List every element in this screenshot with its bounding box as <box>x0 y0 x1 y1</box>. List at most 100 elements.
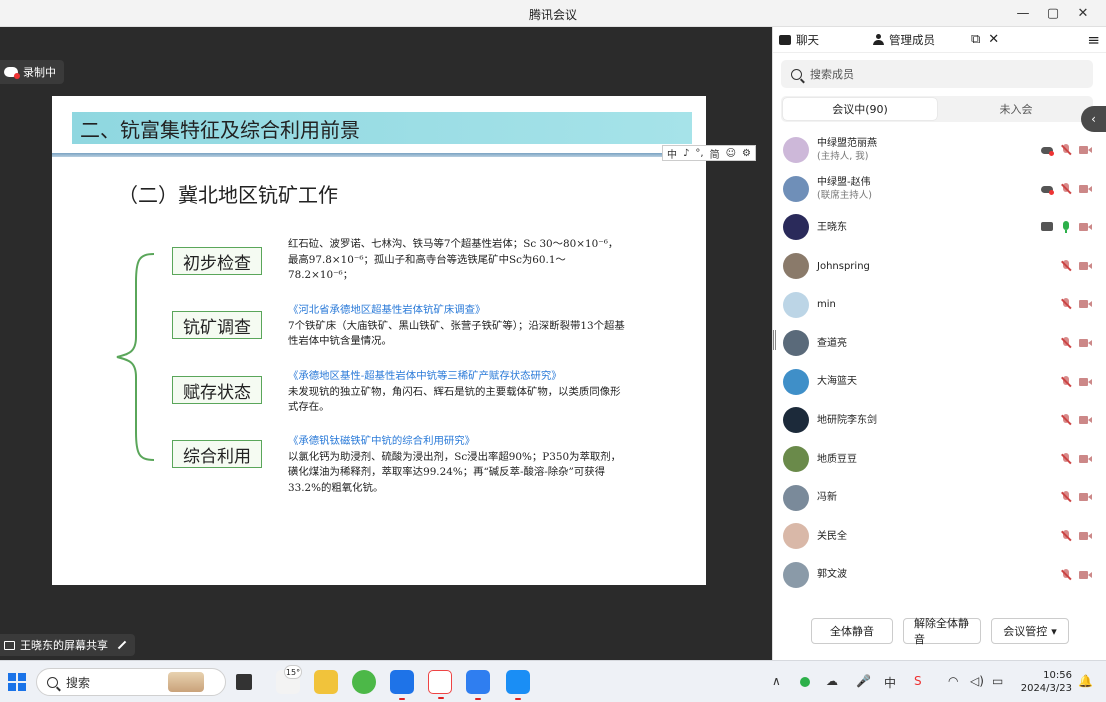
file-explorer-icon[interactable] <box>314 670 338 694</box>
popout-icon[interactable]: ⧉ <box>971 32 980 47</box>
mic-muted-icon[interactable] <box>1060 452 1072 465</box>
member-row[interactable]: 大海篮天 <box>773 363 1106 402</box>
annotate-pencil-icon[interactable] <box>117 640 127 650</box>
taskbar-search[interactable]: 搜索 <box>36 668 226 696</box>
member-row[interactable]: 关民全 <box>773 517 1106 556</box>
mic-muted-icon[interactable] <box>1060 414 1072 426</box>
item-text-3: 未发现钪的独立矿物，角闪石、辉石是钪的主要载体矿物，以类质同像形式存在。 <box>288 385 621 414</box>
mic-muted-icon[interactable] <box>1060 144 1072 156</box>
avatar <box>783 137 809 164</box>
camera-off-icon[interactable] <box>1079 144 1092 156</box>
item-ref-4: 《承德钒钛磁铁矿中钪的综合利用研究》 <box>288 435 476 447</box>
member-name: 大海篮天 <box>817 376 857 388</box>
tray-green-icon[interactable] <box>800 677 810 687</box>
member-role: (联席主持人) <box>817 189 872 201</box>
ime-toolbar: 中 ♪ °, 简 ☺ ⚙ <box>662 145 756 161</box>
close-button[interactable]: ✕ <box>1068 3 1098 23</box>
mic-muted-icon[interactable] <box>1060 336 1072 349</box>
mic-muted-icon[interactable] <box>1060 529 1072 542</box>
item-text-4: 以氯化钙为助浸剂、硫酸为浸出剂，Sc浸出率超90%；P350为萃取剂，磺化煤油为… <box>288 450 622 494</box>
mute-all-button[interactable]: 全体静音 <box>811 618 893 644</box>
mic-muted-icon[interactable] <box>1060 568 1072 581</box>
ime-simplified[interactable]: 简 <box>710 146 720 161</box>
screen-share-label[interactable]: 王晓东的屏幕共享 <box>0 634 135 656</box>
camera-off-icon[interactable] <box>1079 298 1092 310</box>
camera-off-icon[interactable] <box>1079 569 1092 581</box>
minimize-button[interactable]: — <box>1008 3 1038 23</box>
mic-muted-icon[interactable] <box>1060 259 1072 272</box>
camera-off-icon[interactable] <box>1079 376 1092 388</box>
tray-mic-icon[interactable]: 🎤 <box>856 674 871 688</box>
member-row[interactable]: 中绿盟范丽燕 (主持人, 我) <box>773 131 1106 170</box>
member-row[interactable]: 中绿盟-赵伟 (联席主持人) <box>773 170 1106 209</box>
member-search-input[interactable]: 搜索成员 <box>781 60 1093 88</box>
ime-mode-chinese[interactable]: 中 <box>667 146 677 161</box>
camera-off-icon[interactable] <box>1079 337 1092 349</box>
member-name: 中绿盟范丽燕 <box>817 138 877 150</box>
cloud-record-icon[interactable] <box>1041 144 1054 156</box>
camera-off-icon[interactable] <box>1079 183 1092 195</box>
ime-settings-icon[interactable]: ⚙ <box>742 148 751 159</box>
meeting-control-button[interactable]: 会议管控 ▾ <box>991 618 1069 644</box>
member-name: 地研院李东剑 <box>817 414 877 426</box>
member-row[interactable]: 冯新 <box>773 478 1106 517</box>
screen-app-icon[interactable] <box>506 670 530 700</box>
tab-in-meeting[interactable]: 会议中(90) <box>783 98 937 120</box>
member-row[interactable]: 查道亮 <box>773 324 1106 363</box>
cloud-record-icon[interactable] <box>1041 183 1054 195</box>
unmute-all-button[interactable]: 解除全体静音 <box>903 617 981 646</box>
member-row[interactable]: min <box>773 285 1106 324</box>
ime-punct-icon[interactable]: °, <box>695 148 703 159</box>
avatar <box>783 446 809 473</box>
camera-off-icon[interactable] <box>1079 260 1092 272</box>
ime-moon-icon[interactable]: ♪ <box>683 148 689 159</box>
recording-badge[interactable]: 录制中 <box>0 60 64 84</box>
notification-bell-icon[interactable]: 🔔 <box>1078 674 1093 688</box>
close-panel-icon[interactable]: ✕ <box>988 32 999 47</box>
member-row[interactable]: 地研院李东剑 <box>773 401 1106 440</box>
member-role: (主持人, 我) <box>817 151 869 163</box>
member-row[interactable]: 地质豆豆 <box>773 440 1106 479</box>
mic-muted-icon[interactable] <box>1060 375 1072 388</box>
task-view-icon[interactable] <box>236 674 252 690</box>
tray-overflow-icon[interactable]: ∧ <box>772 674 781 688</box>
member-name: 地质豆豆 <box>817 453 857 465</box>
member-name: min <box>817 299 836 311</box>
panel-resize-handle[interactable] <box>773 330 776 350</box>
camera-off-icon[interactable] <box>1079 530 1092 542</box>
tab-members[interactable]: 管理成员 <box>873 32 935 48</box>
windows-start-icon[interactable] <box>8 673 26 691</box>
tab-chat[interactable]: 聊天 <box>779 32 819 48</box>
browser-icon[interactable] <box>352 670 376 694</box>
wps-icon[interactable] <box>428 670 452 699</box>
tray-sogou-icon[interactable]: S <box>914 674 922 688</box>
mic-muted-icon[interactable] <box>1060 182 1072 195</box>
camera-off-icon[interactable] <box>1079 453 1092 465</box>
hamburger-menu-icon[interactable]: ≡ <box>1087 31 1100 49</box>
mic-active-icon[interactable] <box>1060 221 1072 234</box>
member-row[interactable]: 王晓东 <box>773 208 1106 247</box>
meeting-control-label: 会议管控 <box>1003 625 1048 638</box>
tray-ime-icon[interactable]: 中 <box>884 674 896 691</box>
volume-icon[interactable]: ◁) <box>970 674 984 688</box>
wifi-icon[interactable]: ◠ <box>948 674 958 688</box>
taskbar-clock[interactable]: 10:56 2024/3/23 <box>1012 669 1072 695</box>
camera-off-icon[interactable] <box>1079 221 1092 233</box>
maximize-button[interactable]: ▢ <box>1038 3 1068 23</box>
member-row[interactable]: Johnspring <box>773 247 1106 286</box>
mic-muted-icon[interactable] <box>1060 491 1072 503</box>
tab-not-joined[interactable]: 未入会 <box>939 96 1093 122</box>
camera-off-icon[interactable] <box>1079 491 1092 503</box>
tencent-meeting-app-icon[interactable] <box>390 670 414 700</box>
battery-icon[interactable]: ▭ <box>992 674 1003 688</box>
tencent-docs-icon[interactable] <box>466 670 490 700</box>
camera-off-icon[interactable] <box>1079 414 1092 426</box>
member-row[interactable]: 郭文波 <box>773 556 1106 595</box>
taskbar: 搜索 15° ∧ ☁ 🎤 中 S ◠ ◁) ▭ 10:56 2024/3/23 … <box>0 660 1106 702</box>
collapse-panel-button[interactable]: ‹ <box>1081 106 1106 132</box>
tray-cloud-icon[interactable]: ☁ <box>826 674 838 688</box>
ime-emoji-icon[interactable]: ☺ <box>726 148 736 159</box>
member-status-icons <box>1060 259 1092 272</box>
mic-muted-icon[interactable] <box>1060 298 1072 310</box>
screen-share-icon[interactable] <box>1041 221 1053 233</box>
